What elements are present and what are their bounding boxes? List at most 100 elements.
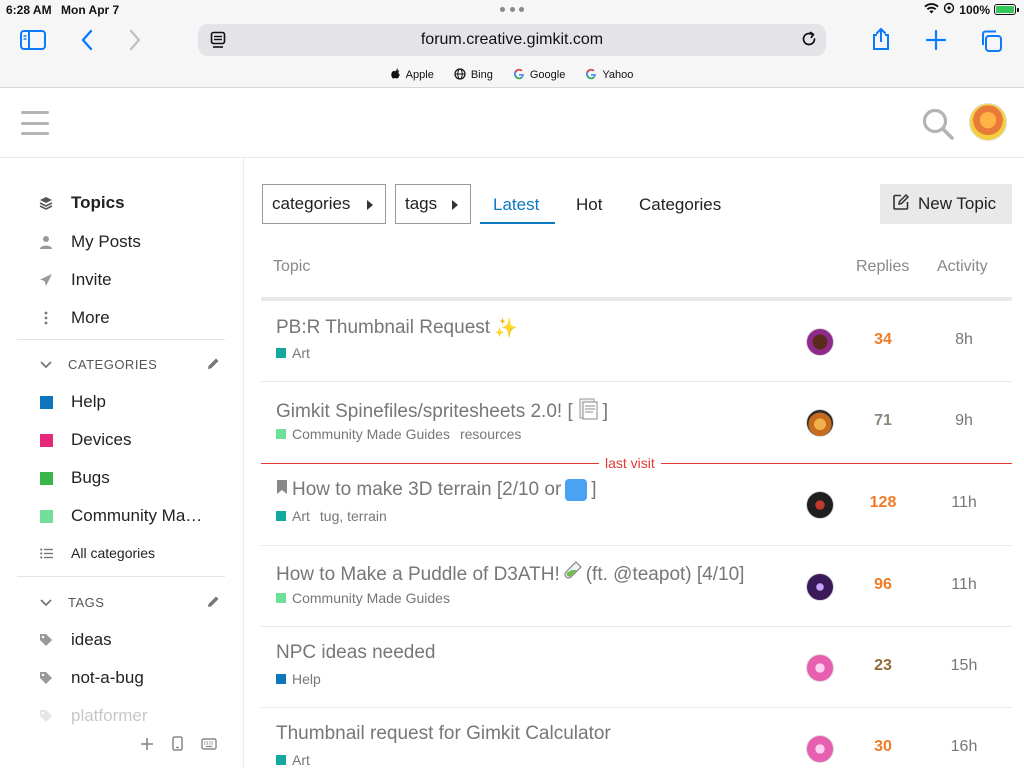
address-bar[interactable]: forum.creative.gimkit.com <box>198 24 826 56</box>
topic-row[interactable]: How to Make a Puddle of D3ATH! (ft. @tea… <box>261 546 1012 627</box>
keyboard-icon[interactable] <box>201 737 217 755</box>
topic-row[interactable]: PB:R Thumbnail Request ✨ Art 34 8h <box>261 301 1012 382</box>
favorite-apple[interactable]: Apple <box>390 67 434 83</box>
topic-title-link[interactable]: NPC ideas needed <box>276 642 436 664</box>
topic-row[interactable]: Gimkit Spinefiles/spritesheets 2.0! [ ] … <box>261 382 1012 463</box>
activity-time[interactable]: 11h <box>933 576 995 594</box>
new-topic-label: New Topic <box>918 194 997 213</box>
active-tab-indicator <box>480 222 555 224</box>
sidebar-item-more[interactable]: More <box>38 307 110 329</box>
layers-icon <box>38 195 54 211</box>
topic-title-link[interactable]: How to make 3D terrain [2/10 or ] <box>276 479 597 501</box>
activity-time[interactable]: 8h <box>933 331 995 349</box>
activity-time[interactable]: 11h <box>933 494 995 512</box>
ios-status-bar: 6:28 AM Mon Apr 7 100% <box>0 0 1024 20</box>
topic-title-link[interactable]: Gimkit Spinefiles/spritesheets 2.0! [ ] <box>276 397 608 427</box>
topic-category-badge[interactable]: Art <box>276 752 310 768</box>
column-header-activity[interactable]: Activity <box>937 258 988 276</box>
sidebar-toggle-icon[interactable] <box>20 30 46 50</box>
sidebar-item-topics[interactable]: Topics <box>38 192 125 214</box>
column-header-topic[interactable]: Topic <box>273 258 310 276</box>
categories-heading: CATEGORIES <box>68 357 158 372</box>
edit-tags-pencil-icon[interactable] <box>206 595 220 614</box>
topic-row[interactable]: NPC ideas needed Help 23 15h <box>261 627 1012 708</box>
battery-icon <box>994 4 1019 15</box>
sidebar-category-help[interactable]: Help <box>38 391 106 413</box>
topic-title-link[interactable]: Thumbnail request for Gimkit Calculator <box>276 723 611 745</box>
poster-avatar[interactable] <box>806 328 834 356</box>
multitasking-dots-icon[interactable] <box>500 4 524 14</box>
sidebar-tag-ideas[interactable]: ideas <box>38 629 112 651</box>
sidebar-tag-platformer[interactable]: platformer <box>38 705 148 727</box>
topic-category-badge[interactable]: Community Made Guides <box>276 590 450 606</box>
sidebar-category-community-made-guides[interactable]: Community Ma… <box>38 505 202 527</box>
topic-tags[interactable]: tug, terrain <box>320 508 387 524</box>
search-icon[interactable] <box>921 107 955 146</box>
categories-section-toggle[interactable]: CATEGORIES <box>40 357 157 372</box>
tags-section-toggle[interactable]: TAGS <box>40 595 104 610</box>
sidebar-category-bugs[interactable]: Bugs <box>38 467 110 489</box>
globe-icon <box>454 67 466 83</box>
sidebar-category-devices[interactable]: Devices <box>38 429 131 451</box>
topic-row[interactable]: How to make 3D terrain [2/10 or ] Art tu… <box>261 464 1012 546</box>
reply-count[interactable]: 96 <box>851 576 915 594</box>
topic-tags[interactable]: resources <box>460 426 521 442</box>
sidebar-tag-not-a-bug[interactable]: not-a-bug <box>38 667 144 689</box>
title-suffix: ] <box>602 401 609 422</box>
new-tab-plus-icon[interactable] <box>925 29 947 51</box>
topic-title-link[interactable]: How to Make a Puddle of D3ATH! (ft. @tea… <box>276 561 744 589</box>
mobile-device-icon[interactable] <box>172 736 183 756</box>
tabs-overview-icon[interactable] <box>979 29 1003 53</box>
reply-count[interactable]: 34 <box>851 331 915 349</box>
sidebar-all-categories[interactable]: All categories <box>38 542 155 564</box>
forum-header <box>0 89 1024 158</box>
favorite-bing[interactable]: Bing <box>454 67 493 83</box>
document-emoji-icon <box>577 397 599 427</box>
topic-category-badge[interactable]: Art <box>276 345 310 361</box>
poster-avatar[interactable] <box>806 491 834 519</box>
user-avatar[interactable] <box>969 103 1007 141</box>
activity-time[interactable]: 16h <box>933 738 995 756</box>
sidebar-item-label: platformer <box>71 706 148 725</box>
poster-avatar[interactable] <box>806 654 834 682</box>
new-topic-button[interactable]: New Topic <box>880 184 1012 224</box>
activity-time[interactable]: 15h <box>933 657 995 675</box>
category-name: Art <box>292 752 310 768</box>
favorite-google[interactable]: Google <box>513 67 565 83</box>
topic-row[interactable]: Thumbnail request for Gimkit Calculator … <box>261 708 1012 768</box>
column-header-replies[interactable]: Replies <box>856 258 909 276</box>
tab-categories[interactable]: Categories <box>639 195 721 215</box>
poster-avatar[interactable] <box>806 735 834 763</box>
user-icon <box>38 234 54 250</box>
reply-count[interactable]: 71 <box>851 412 915 430</box>
reply-count[interactable]: 128 <box>851 494 915 512</box>
reply-count[interactable]: 23 <box>851 657 915 675</box>
sidebar-item-my-posts[interactable]: My Posts <box>38 231 141 253</box>
share-icon[interactable] <box>871 27 891 51</box>
reload-icon[interactable] <box>800 30 818 53</box>
topic-category-badge[interactable]: Community Made Guides <box>276 426 450 442</box>
reply-count[interactable]: 30 <box>851 738 915 756</box>
topic-category-badge[interactable]: Help <box>276 671 321 687</box>
sidebar-item-invite[interactable]: Invite <box>38 269 112 291</box>
favorite-yahoo[interactable]: Yahoo <box>585 67 633 83</box>
poster-avatar[interactable] <box>806 409 834 437</box>
categories-filter-dropdown[interactable]: categories <box>262 184 386 224</box>
activity-time[interactable]: 9h <box>933 412 995 430</box>
topic-category-badge[interactable]: Art <box>276 508 310 524</box>
tags-filter-dropdown[interactable]: tags <box>395 184 471 224</box>
plus-icon[interactable] <box>140 737 154 756</box>
edit-categories-pencil-icon[interactable] <box>206 357 220 376</box>
topic-title: Gimkit Spinefiles/spritesheets 2.0! [ <box>276 401 573 422</box>
topic-title-link[interactable]: PB:R Thumbnail Request ✨ <box>276 316 518 340</box>
favorite-label: Yahoo <box>602 69 634 81</box>
topic-title: How to Make a Puddle of D3ATH! <box>276 564 560 585</box>
poster-avatar[interactable] <box>806 573 834 601</box>
bookmark-icon[interactable] <box>276 479 288 501</box>
apple-icon <box>390 68 401 83</box>
back-arrow-icon[interactable] <box>80 29 94 51</box>
forward-arrow-icon[interactable] <box>128 29 142 51</box>
tab-hot[interactable]: Hot <box>576 195 602 215</box>
hamburger-menu-icon[interactable] <box>21 111 49 135</box>
tab-latest[interactable]: Latest <box>493 195 539 215</box>
